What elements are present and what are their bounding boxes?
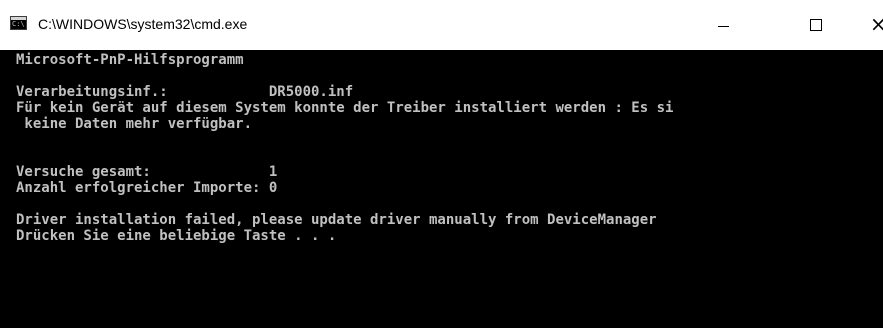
- icon-glyph: C:\: [12, 20, 25, 28]
- console-line: Anzahl erfolgreicher Importe: 0: [16, 180, 278, 196]
- cmd-window: C:\ C:\WINDOWS\system32\cmd.exe × Micros…: [0, 0, 883, 328]
- console-line: Microsoft-PnP-Hilfsprogramm: [16, 52, 244, 68]
- close-icon: ×: [870, 12, 883, 36]
- console-line: keine Daten mehr verfügbar.: [16, 116, 253, 132]
- minimize-button[interactable]: [700, 0, 746, 50]
- console-line: Versuche gesamt: 1: [16, 164, 278, 180]
- console-line: Für kein Gerät auf diesem System konnte …: [16, 100, 674, 116]
- close-button[interactable]: ×: [860, 0, 883, 50]
- console-line: Driver installation failed, please updat…: [16, 212, 657, 228]
- console-output[interactable]: Microsoft-PnP-Hilfsprogramm Verarbeitung…: [16, 50, 883, 328]
- minimize-icon: [718, 26, 729, 27]
- title-bar[interactable]: C:\ C:\WINDOWS\system32\cmd.exe ×: [0, 0, 883, 50]
- console-app-icon[interactable]: C:\: [10, 16, 27, 30]
- maximize-button[interactable]: [792, 0, 838, 50]
- maximize-icon: [810, 19, 822, 31]
- window-title: C:\WINDOWS\system32\cmd.exe: [38, 16, 248, 32]
- console-line: Verarbeitungsinf.: DR5000.inf: [16, 84, 354, 100]
- console-line: Drücken Sie eine beliebige Taste . . .: [16, 228, 337, 244]
